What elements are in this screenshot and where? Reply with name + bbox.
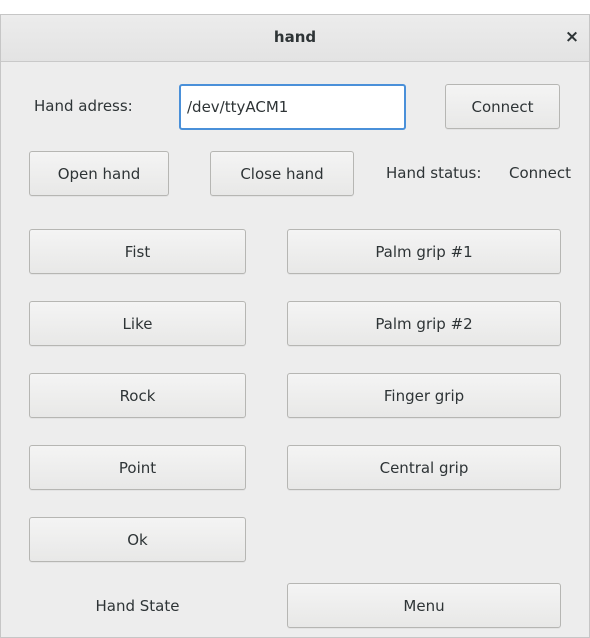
connect-button[interactable]: Connect	[445, 84, 560, 129]
palm-grip-1-button[interactable]: Palm grip #1	[287, 229, 561, 274]
hand-status-label: Hand status:	[386, 164, 482, 182]
window-title: hand	[273, 28, 317, 46]
ok-button[interactable]: Ok	[29, 517, 246, 562]
like-button[interactable]: Like	[29, 301, 246, 346]
address-input[interactable]: /dev/ttyACM1	[179, 84, 406, 130]
fist-button[interactable]: Fist	[29, 229, 246, 274]
hand-window: hand × Hand adress: /dev/ttyACM1 Connect…	[0, 14, 590, 638]
rock-button[interactable]: Rock	[29, 373, 246, 418]
palm-grip-2-button[interactable]: Palm grip #2	[287, 301, 561, 346]
title-bar[interactable]: hand ×	[1, 15, 589, 62]
finger-grip-button[interactable]: Finger grip	[287, 373, 561, 418]
open-hand-button[interactable]: Open hand	[29, 151, 169, 196]
close-icon[interactable]: ×	[561, 26, 583, 48]
point-button[interactable]: Point	[29, 445, 246, 490]
central-grip-button[interactable]: Central grip	[287, 445, 561, 490]
hand-status-value: Connect	[509, 164, 572, 182]
hand-state-label: Hand State	[95, 597, 180, 615]
address-label: Hand adress:	[34, 97, 133, 115]
menu-button[interactable]: Menu	[287, 583, 561, 628]
close-hand-button[interactable]: Close hand	[210, 151, 354, 196]
